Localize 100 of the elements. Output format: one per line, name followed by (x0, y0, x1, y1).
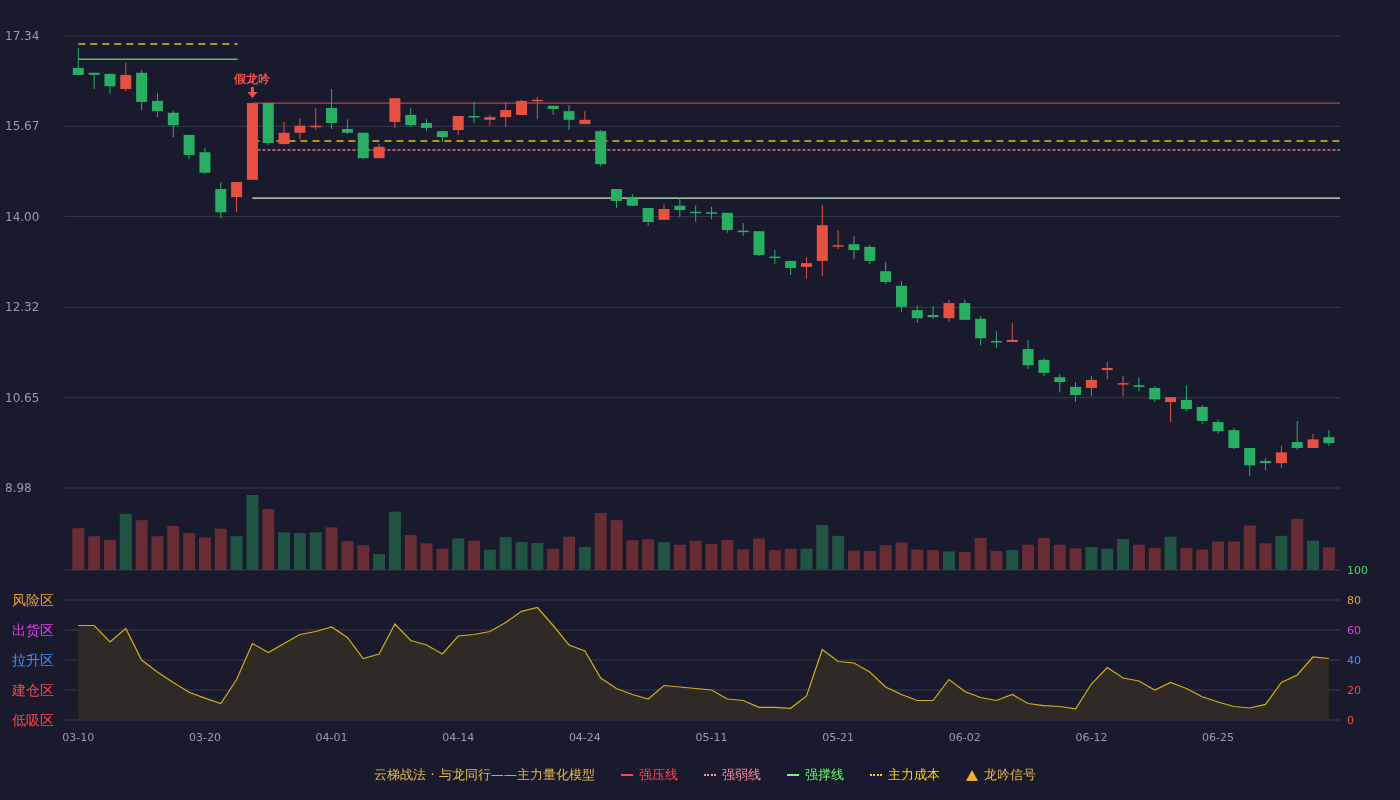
candle (120, 62, 132, 92)
volume-bar (452, 538, 465, 570)
candle (484, 114, 496, 127)
candle (1196, 404, 1208, 425)
candle (690, 204, 702, 223)
volume-bar (1291, 518, 1304, 570)
candle (436, 130, 448, 143)
zone-label: 建仓区 (12, 682, 54, 698)
signal-label: 假龙吟 (234, 72, 271, 87)
candle (1070, 381, 1082, 403)
candle (1038, 357, 1050, 377)
candle (1054, 373, 1066, 393)
candle (1180, 384, 1192, 412)
candle (199, 147, 211, 175)
axis-label: 20 (1347, 684, 1361, 697)
candle (801, 256, 812, 280)
axis-label: 05-21 (822, 731, 855, 744)
axis-label: 05-11 (695, 731, 728, 744)
axis-label: 06-25 (1202, 731, 1235, 744)
volume-bar (183, 533, 196, 570)
candle (357, 132, 369, 160)
candle (880, 261, 892, 285)
legend-label: 龙吟信号 (983, 766, 1036, 784)
volume-bar (1259, 543, 1272, 570)
candle (326, 88, 338, 130)
axis-label: 12.32 (5, 300, 40, 315)
volume-bar (436, 548, 449, 570)
volume-bar (547, 548, 560, 570)
candle (531, 96, 543, 120)
axis-label: 15.67 (5, 119, 40, 134)
volume-bar (1164, 536, 1177, 570)
volume-bar (753, 538, 765, 570)
volume-bar (863, 551, 876, 570)
axis-label: 40 (1347, 654, 1361, 667)
volume-bar (642, 539, 655, 570)
volume-bar (879, 545, 892, 570)
candle (262, 102, 274, 146)
candle (943, 299, 955, 323)
volume-bar (1196, 549, 1209, 570)
candle (310, 107, 322, 131)
candle (1085, 375, 1097, 397)
candle (405, 107, 417, 128)
candle (215, 181, 227, 219)
candle (468, 101, 480, 124)
candle (547, 105, 559, 116)
volume-bar (737, 549, 750, 570)
legend-label: 强撑线 (804, 766, 844, 784)
candle (1275, 445, 1287, 469)
candle (642, 207, 654, 227)
candle (341, 118, 353, 135)
candle (911, 304, 923, 324)
volume-bar (72, 528, 85, 570)
axis-label: 06-12 (1075, 731, 1108, 744)
candle (832, 229, 844, 250)
candle (579, 110, 591, 125)
volume-bar (1006, 550, 1019, 570)
volume-bar (151, 536, 164, 570)
axis-label: 04-24 (568, 731, 601, 744)
volume-bar (167, 526, 180, 570)
candle (1101, 361, 1113, 380)
volume-bar (468, 540, 481, 570)
axis-label: 04-14 (442, 731, 475, 744)
candle (151, 92, 163, 118)
candle (72, 47, 84, 76)
volume-bar (974, 538, 987, 570)
volume-bar (135, 520, 148, 570)
volume-bar (768, 550, 781, 570)
candle (389, 97, 401, 129)
candle (1022, 339, 1034, 370)
volume-bar (230, 536, 243, 570)
candle (1228, 427, 1240, 450)
candle (737, 222, 749, 237)
volume-bar (420, 543, 433, 570)
candle (1117, 375, 1129, 397)
axis-label: 14.00 (5, 209, 40, 224)
zone-label: 拉升区 (12, 652, 54, 668)
candle (769, 249, 781, 265)
volume-bar (1117, 538, 1130, 570)
legend-label: 强弱线 (721, 766, 761, 784)
legend-title: 云梯战法 · 与龙同行——主力量化模型 (374, 766, 595, 784)
volume-bar (1053, 544, 1066, 570)
volume-bar (1322, 547, 1335, 570)
volume-bar (88, 536, 101, 570)
candle (500, 101, 512, 128)
candle (1323, 429, 1335, 447)
legend-label: 强压线 (638, 766, 678, 784)
candle (373, 143, 385, 159)
volume-bar (1085, 546, 1098, 570)
axis-label: 03-20 (188, 731, 221, 744)
candle (104, 73, 116, 95)
candle (785, 260, 797, 276)
axis-label: 80 (1347, 594, 1361, 607)
axis-label: 03-10 (62, 731, 95, 744)
volume-bar (832, 535, 845, 570)
volume-bar (531, 542, 544, 570)
volume-bar (1307, 540, 1320, 570)
candle (1244, 447, 1256, 477)
volume-bar (1227, 541, 1240, 570)
zone-label: 风险区 (12, 592, 54, 608)
candle (706, 206, 717, 220)
